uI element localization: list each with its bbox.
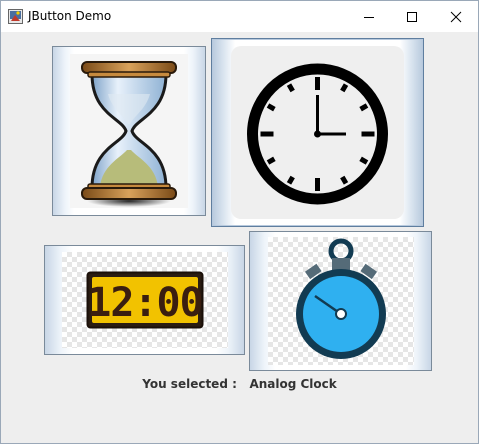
- minimize-button[interactable]: [347, 1, 391, 32]
- digital-clock-icon: 12:00: [86, 271, 203, 329]
- app-window: JButton Demo 12:00 You selected: Analog…: [0, 0, 479, 444]
- title-bar[interactable]: JButton Demo: [1, 1, 478, 32]
- stopwatch-image: [267, 237, 414, 365]
- hourglass-icon: [70, 54, 188, 208]
- maximize-button[interactable]: [390, 1, 434, 32]
- digital-clock-display: 12:00: [87, 280, 202, 326]
- selection-status: You selected : Analog Clock: [1, 377, 478, 391]
- hourglass-button[interactable]: [52, 46, 206, 216]
- digital-clock-button[interactable]: 12:00: [44, 245, 245, 355]
- status-value: Analog Clock: [249, 377, 337, 391]
- close-button[interactable]: [434, 1, 478, 32]
- analog-clock-button[interactable]: [211, 38, 424, 227]
- stopwatch-button[interactable]: [249, 231, 432, 371]
- minimize-icon: [364, 16, 374, 18]
- maximize-icon: [407, 11, 417, 22]
- java-app-icon: [8, 9, 23, 24]
- digital-clock-image: 12:00: [61, 252, 228, 348]
- analog-clock-icon: [231, 46, 404, 219]
- window-title: JButton Demo: [28, 9, 112, 23]
- stopwatch-icon: [295, 238, 386, 359]
- close-icon: [450, 11, 462, 22]
- status-label: You selected :: [142, 377, 237, 391]
